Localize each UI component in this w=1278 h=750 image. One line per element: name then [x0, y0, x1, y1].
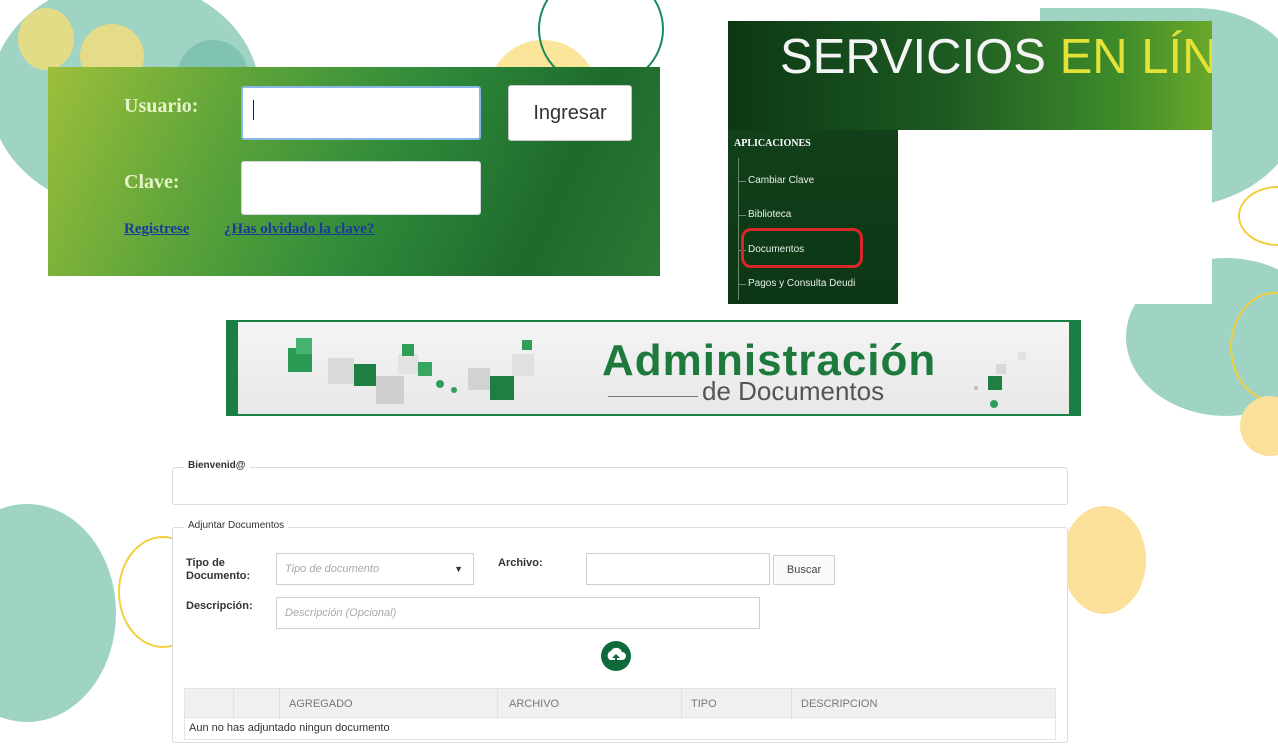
decor-circle: [1062, 506, 1146, 614]
services-title-main: SERVICIOS: [780, 30, 1046, 84]
column-header-tipo[interactable]: TIPO: [691, 698, 717, 710]
doc-type-label-line2: Documento:: [186, 570, 251, 582]
decor-ring: [1238, 186, 1278, 246]
doc-type-select[interactable]: Tipo de documento ▼: [276, 553, 474, 585]
menu-item-pagos[interactable]: Pagos y Consulta Deudi: [737, 278, 855, 289]
decor-circle: [18, 8, 74, 70]
services-title-highlight: EN LÍN: [1059, 30, 1212, 84]
cloud-upload-icon-svg: [607, 647, 626, 662]
clave-input[interactable]: [241, 161, 481, 215]
column-separator: [681, 689, 682, 719]
empty-table-message: Aun no has adjuntado ningun documento: [189, 722, 390, 734]
services-title: SERVICIOS EN LÍN: [780, 29, 1212, 85]
table-row: Aun no has adjuntado ningun documento: [184, 718, 1056, 740]
applications-menu: APLICACIONES Cambiar Clave Biblioteca Do…: [728, 130, 898, 304]
banner-divider: [608, 396, 698, 397]
documents-banner: Administración de Documentos: [226, 320, 1081, 416]
cubes-illustration: [288, 338, 534, 404]
register-link[interactable]: Registrese: [124, 221, 190, 238]
doc-type-label: Tipo de Documento:: [186, 557, 250, 583]
banner-stripe-left: [228, 322, 238, 414]
usuario-label: Usuario:: [124, 95, 199, 117]
file-label: Archivo:: [498, 557, 543, 569]
cloud-upload-icon[interactable]: [601, 641, 631, 671]
column-separator: [279, 689, 280, 719]
clave-label: Clave:: [124, 171, 180, 193]
chevron-down-icon: ▼: [454, 564, 463, 574]
banner-subtitle: de Documentos: [702, 376, 885, 406]
attach-legend: Adjuntar Documentos: [184, 520, 289, 531]
column-header-archivo[interactable]: ARCHIVO: [509, 698, 559, 710]
forgot-password-link[interactable]: ¿Has olvidado la clave?: [224, 221, 374, 238]
login-panel: Usuario: Ingresar Clave: Registrese ¿Has…: [48, 67, 660, 276]
tree-line: [738, 158, 739, 300]
text-caret: [253, 100, 254, 120]
description-label: Descripción:: [186, 600, 253, 612]
column-separator: [791, 689, 792, 719]
welcome-fieldset: [172, 467, 1068, 505]
usuario-input[interactable]: [241, 86, 481, 140]
cubes-illustration-right: [974, 352, 1026, 408]
applications-heading: APLICACIONES: [734, 138, 811, 149]
doc-type-label-line1: Tipo de: [186, 557, 225, 569]
file-input[interactable]: [586, 553, 770, 585]
column-separator: [233, 689, 234, 719]
banner-stripe-right: [1069, 322, 1079, 414]
menu-item-biblioteca[interactable]: Biblioteca: [737, 209, 791, 220]
documents-table-header: AGREGADO ARCHIVO TIPO DESCRIPCION: [184, 688, 1056, 719]
doc-type-placeholder: Tipo de documento: [285, 563, 380, 575]
column-separator: [497, 689, 498, 719]
decor-circle: [0, 504, 116, 722]
search-button[interactable]: Buscar: [773, 555, 835, 585]
content-area: [898, 130, 1212, 304]
column-header-agregado[interactable]: AGREGADO: [289, 698, 353, 710]
ingresar-button[interactable]: Ingresar: [508, 85, 632, 141]
services-header: SERVICIOS EN LÍN: [728, 21, 1212, 130]
description-input[interactable]: Descripción (Opcional): [276, 597, 760, 629]
highlight-circle: [741, 228, 863, 268]
menu-item-cambiar-clave[interactable]: Cambiar Clave: [737, 175, 814, 186]
column-header-descripcion[interactable]: DESCRIPCION: [801, 698, 877, 710]
services-panel: SERVICIOS EN LÍN APLICACIONES Cambiar Cl…: [728, 21, 1212, 304]
welcome-legend: Bienvenid@: [184, 460, 250, 471]
